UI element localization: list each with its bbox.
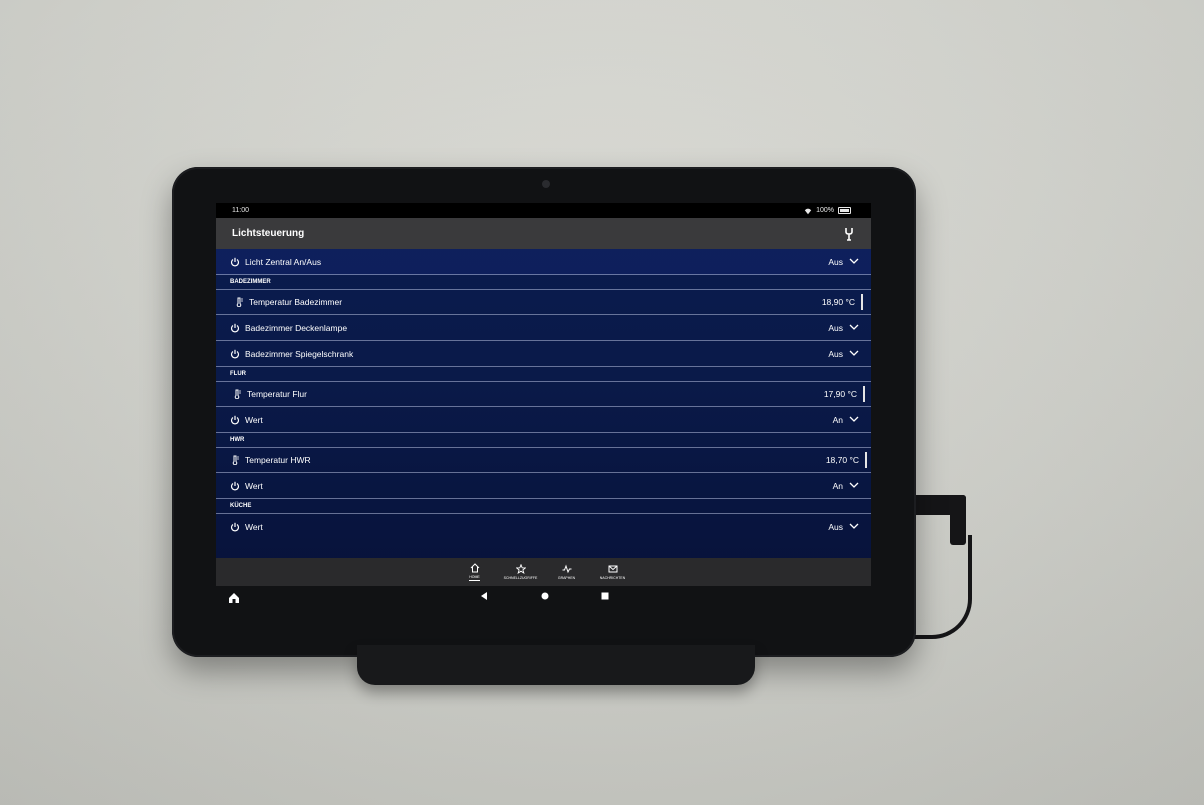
graph-icon <box>562 564 571 574</box>
power-icon <box>230 415 240 424</box>
row-value: Aus <box>828 348 843 359</box>
row-value: Aus <box>828 256 843 267</box>
row-hwr-wert[interactable]: Wert An <box>216 473 871 499</box>
row-badezimmer-spiegelschrank[interactable]: Badezimmer Spiegelschrank Aus <box>216 341 871 367</box>
nav-nachrichten[interactable]: NACHRICHTEN <box>597 558 629 586</box>
row-licht-zentral[interactable]: Licht Zentral An/Aus Aus <box>216 249 871 275</box>
row-temperatur-badezimmer: Temperatur Badezimmer 18,90 °C <box>216 290 871 315</box>
row-value: An <box>832 480 843 491</box>
section-kueche: KÜCHE <box>216 499 871 514</box>
thermometer-icon <box>234 389 241 399</box>
chevron-down-icon[interactable] <box>849 416 859 423</box>
row-kueche-wert[interactable]: Wert Aus <box>216 514 871 539</box>
back-icon[interactable] <box>479 591 489 601</box>
mail-icon <box>608 565 617 573</box>
front-camera <box>542 180 550 188</box>
status-indicators: 100% <box>804 207 851 215</box>
row-label: Wert <box>245 480 263 491</box>
row-value: 18,70 °C <box>820 452 867 468</box>
wifi-icon <box>804 208 812 214</box>
tablet-screen: 11:00 100% Lichtsteuerung Licht Zentral … <box>216 203 871 586</box>
row-value: 17,90 °C <box>818 386 865 402</box>
nav-label: GRAPHEN <box>557 576 576 580</box>
home-button-icon[interactable] <box>541 592 549 600</box>
row-value: An <box>832 414 843 425</box>
battery-icon <box>838 207 851 214</box>
page-title: Lichtsteuerung <box>232 228 305 239</box>
power-cable <box>908 535 972 639</box>
chevron-down-icon[interactable] <box>849 324 859 331</box>
recents-icon[interactable] <box>601 592 609 600</box>
chevron-down-icon[interactable] <box>849 482 859 489</box>
power-icon <box>230 257 240 266</box>
nav-home[interactable]: HOME <box>459 558 491 586</box>
row-temperatur-hwr: Temperatur HWR 18,70 °C <box>216 448 871 473</box>
cable-connector <box>950 495 966 545</box>
status-time: 11:00 <box>232 207 249 214</box>
row-label: Temperatur Badezimmer <box>249 297 343 307</box>
nav-label: NACHRICHTEN <box>599 576 626 580</box>
row-badezimmer-deckenlampe[interactable]: Badezimmer Deckenlampe Aus <box>216 315 871 341</box>
nav-label: SCHNELLZUGRIFFE <box>503 576 538 580</box>
power-icon <box>230 522 240 531</box>
row-label: Wert <box>245 414 263 425</box>
battery-percent: 100% <box>816 207 834 214</box>
nav-label: HOME <box>469 575 480 581</box>
section-badezimmer: BADEZIMMER <box>216 275 871 290</box>
power-icon <box>230 481 240 490</box>
bottom-navigation: HOME SCHNELLZUGRIFFE GRAPHEN NACHRICHTEN <box>216 558 871 586</box>
chevron-down-icon[interactable] <box>849 523 859 530</box>
row-flur-wert[interactable]: Wert An <box>216 407 871 433</box>
row-value: 18,90 °C <box>816 294 863 310</box>
thermometer-icon <box>236 297 243 307</box>
power-icon <box>230 349 240 358</box>
thermometer-icon <box>232 455 239 465</box>
power-icon <box>230 323 240 332</box>
row-label: Badezimmer Deckenlampe <box>245 322 348 333</box>
row-value: Aus <box>828 322 843 333</box>
nav-graphen[interactable]: GRAPHEN <box>551 558 583 586</box>
row-label: Badezimmer Spiegelschrank <box>245 348 354 359</box>
nav-schnellzugriffe[interactable]: SCHNELLZUGRIFFE <box>503 558 538 586</box>
chevron-down-icon[interactable] <box>849 350 859 357</box>
chevron-down-icon[interactable] <box>849 258 859 265</box>
app-bar: Lichtsteuerung <box>216 218 871 249</box>
row-label: Licht Zentral An/Aus <box>245 256 322 267</box>
section-flur: FLUR <box>216 367 871 382</box>
row-label: Temperatur Flur <box>247 389 307 399</box>
row-value: Aus <box>828 521 843 532</box>
section-hwr: HWR <box>216 433 871 448</box>
row-label: Temperatur HWR <box>245 455 311 465</box>
tablet-stand <box>357 645 755 685</box>
row-temperatur-flur: Temperatur Flur 17,90 °C <box>216 382 871 407</box>
status-bar: 11:00 100% <box>216 203 871 218</box>
wrench-icon[interactable] <box>841 226 857 242</box>
star-icon <box>515 564 526 574</box>
home-icon <box>470 563 479 573</box>
row-label: Wert <box>245 521 263 532</box>
system-navigation <box>216 586 871 606</box>
